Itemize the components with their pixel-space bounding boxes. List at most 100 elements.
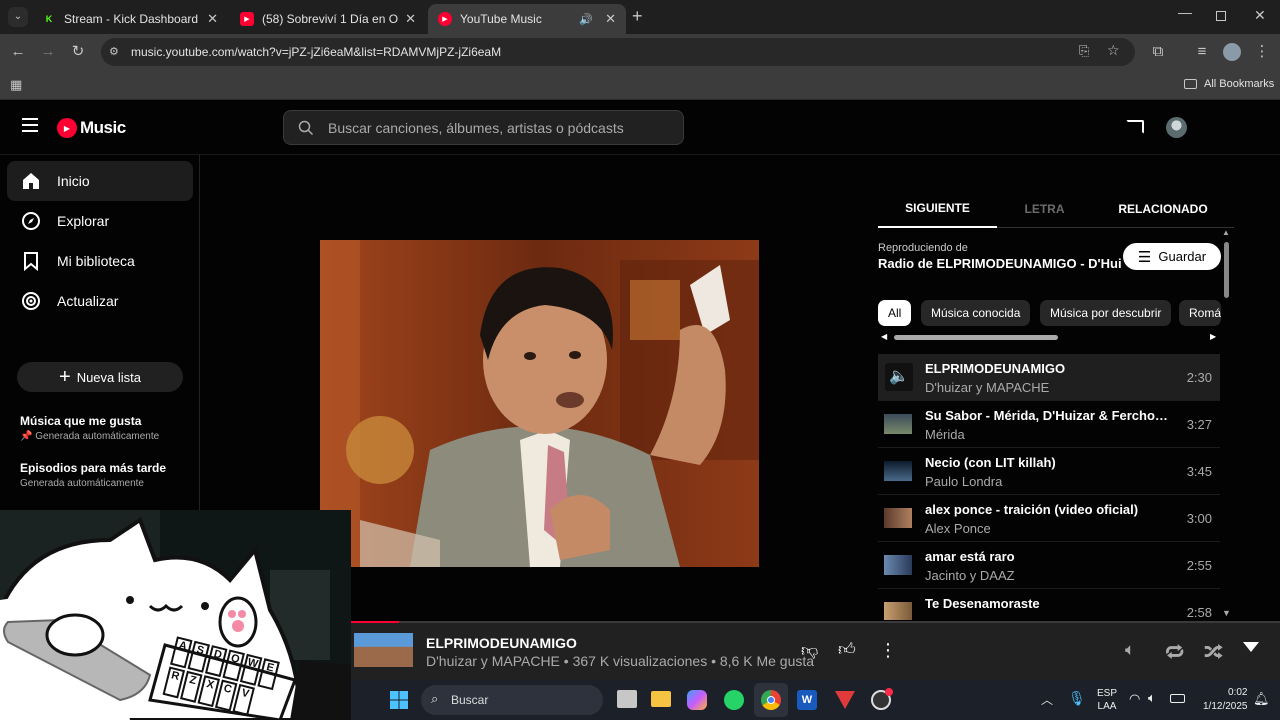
repeat-icon[interactable]: 🔁︎ [1165,638,1184,666]
queue-item[interactable]: Te Desenamoraste 2:58 [878,589,1220,620]
search-input[interactable]: Buscar canciones, álbumes, artistas o pó… [283,110,684,145]
bookmarks-bar: ▦ All Bookmarks [0,70,1280,100]
scroll-up-icon[interactable]: ▲ [1222,228,1230,237]
tab-youtube-music[interactable]: ▶ YouTube Music 🔊 ✕ [428,4,626,34]
dislike-icon[interactable]: 👎︎ [801,640,818,661]
address-bar[interactable]: ⚙ music.youtube.com/watch?v=jPZ-jZi6eaM&… [101,38,1135,66]
queue-artist: Mérida [925,427,965,442]
close-tab-icon[interactable]: ✕ [405,11,416,27]
speaker-icon[interactable]: 🔈︎ [1148,690,1156,706]
ytmusic-logo-icon: ▶ [57,118,77,138]
queue-thumbnail [884,602,912,620]
url-text: music.youtube.com/watch?v=jPZ-jZi6eaM&li… [131,45,502,59]
queue-thumbnail [884,555,912,575]
app-red-icon[interactable] [835,691,855,709]
taskbar-search[interactable]: ⌕ Buscar [421,685,603,715]
tab-kick-dashboard[interactable]: K Stream - Kick Dashboard ✕ [32,4,228,34]
chip-romantic[interactable]: Romá [1179,300,1221,326]
tab-related[interactable]: RELACIONADO [1092,190,1234,228]
extensions-icon[interactable]: ⧉ [1148,42,1168,62]
microphone-icon[interactable]: 🎙︎ [1068,690,1086,707]
tab-lyrics[interactable]: LETRA [997,190,1092,228]
nav-update[interactable]: Actualizar [7,281,193,321]
player-thumbnail[interactable] [354,633,413,667]
chip-all[interactable]: All [878,300,912,326]
chrome-menu-icon[interactable]: ⋮ [1252,42,1272,62]
queue-item[interactable]: 🔈 ELPRIMODEUNAMIGO D'huizar y MAPACHE 2:… [878,354,1220,401]
nav-explore[interactable]: Explorar [7,201,193,241]
playing-from-label: Reproduciendo de [878,242,968,254]
volume-icon[interactable]: 🔈︎ [1125,640,1135,660]
site-info-icon[interactable]: ⚙ [109,45,119,58]
tab-search-chevron-icon[interactable]: ⌄ [8,7,28,27]
chip-scroll-right-icon[interactable]: ▶ [1210,332,1216,341]
hamburger-menu-icon[interactable] [22,118,38,132]
tab-youtube-video[interactable]: ▶ (58) Sobreviví 1 Día en ONEBLO ✕ [230,4,426,34]
media-controls-icon[interactable]: ≡ [1192,42,1212,62]
wifi-icon[interactable]: ◠ [1129,691,1140,707]
queue-item[interactable]: alex ponce - traición (video oficial) Al… [878,495,1220,542]
account-avatar[interactable] [1166,117,1187,138]
task-view-icon[interactable] [617,690,637,708]
expand-player-icon[interactable] [1243,642,1259,652]
save-button[interactable]: ☰ Guardar [1123,243,1221,270]
close-window-icon[interactable]: ✕ [1254,7,1266,24]
copilot-icon[interactable] [687,690,707,710]
all-bookmarks[interactable]: All Bookmarks [1184,78,1274,90]
apps-grid-icon[interactable]: ▦ [10,77,22,93]
music-video-frame[interactable] [320,240,759,567]
tab-audio-icon[interactable]: 🔊 [579,13,593,26]
profile-avatar[interactable] [1223,43,1241,61]
install-app-icon[interactable]: ⎘ [1079,43,1089,59]
tab-up-next[interactable]: SIGUIENTE [878,190,997,228]
queue-title: amar está raro [925,549,1015,564]
queue-item[interactable]: amar está raro Jacinto y DAAZ 2:55 [878,542,1220,589]
clock[interactable]: 0:02 1/12/2025 [1203,686,1248,714]
chip-known-music[interactable]: Música conocida [921,300,1031,326]
shuffle-icon[interactable]: 🔀︎ [1204,638,1223,666]
nav-label: Explorar [57,213,110,229]
close-tab-icon[interactable]: ✕ [605,11,616,27]
progress-bar[interactable] [351,621,399,623]
cast-icon[interactable] [1126,120,1144,134]
minimize-icon[interactable]: — [1178,4,1192,20]
windows-start-icon[interactable] [390,691,408,709]
search-icon: ⌕ [431,691,439,706]
chip-scrollbar[interactable] [894,335,1058,340]
player-title[interactable]: ELPRIMODEUNAMIGO [426,635,577,651]
back-icon[interactable]: ← [8,42,28,62]
notifications-bell-icon[interactable]: 🔔︎ [1253,691,1270,707]
ytmusic-logo[interactable]: ▶ Music [57,118,126,138]
chip-scroll-left-icon[interactable]: ◀ [881,332,887,341]
queue-item[interactable]: Necio (con LIT killah) Paulo Londra 3:45 [878,448,1220,495]
like-icon[interactable]: 👍︎ [838,639,856,660]
close-tab-icon[interactable]: ✕ [207,11,218,27]
nav-home[interactable]: Inicio [7,161,193,201]
nav-label: Mi biblioteca [57,253,135,269]
nav-library[interactable]: Mi biblioteca [7,241,193,281]
whatsapp-icon[interactable] [724,690,744,710]
new-playlist-button[interactable]: + Nueva lista [17,362,183,392]
forward-icon[interactable]: → [38,42,58,62]
queue-title: ELPRIMODEUNAMIGO [925,361,1066,376]
chip-discover-music[interactable]: Música por descubrir [1040,300,1172,326]
new-tab-icon[interactable]: + [632,6,643,27]
language-indicator[interactable]: ESP LAA [1097,687,1117,713]
taskbar-search-label: Buscar [451,693,489,707]
language-code: ESP [1097,688,1118,699]
reload-icon[interactable]: ↻ [68,42,88,62]
chrome-icon[interactable] [754,683,788,717]
tray-overflow-icon[interactable]: ︿ [1041,691,1053,708]
queue-item[interactable]: Su Sabor - Mérida, D'Huizar & Ferchosr..… [878,401,1220,448]
bookmark-star-icon[interactable]: ☆ [1107,42,1120,59]
file-explorer-icon[interactable] [651,691,671,707]
more-options-icon[interactable]: ⋮ [879,640,897,661]
word-icon[interactable]: W [797,690,817,710]
scroll-down-icon[interactable]: ▼ [1222,608,1231,618]
battery-icon[interactable] [1170,694,1185,703]
restore-icon[interactable] [1216,11,1226,21]
queue-duration: 2:55 [1186,558,1212,573]
queue-thumbnail [884,414,912,434]
panel-scrollbar[interactable] [1224,242,1229,298]
library-icon [24,252,38,271]
